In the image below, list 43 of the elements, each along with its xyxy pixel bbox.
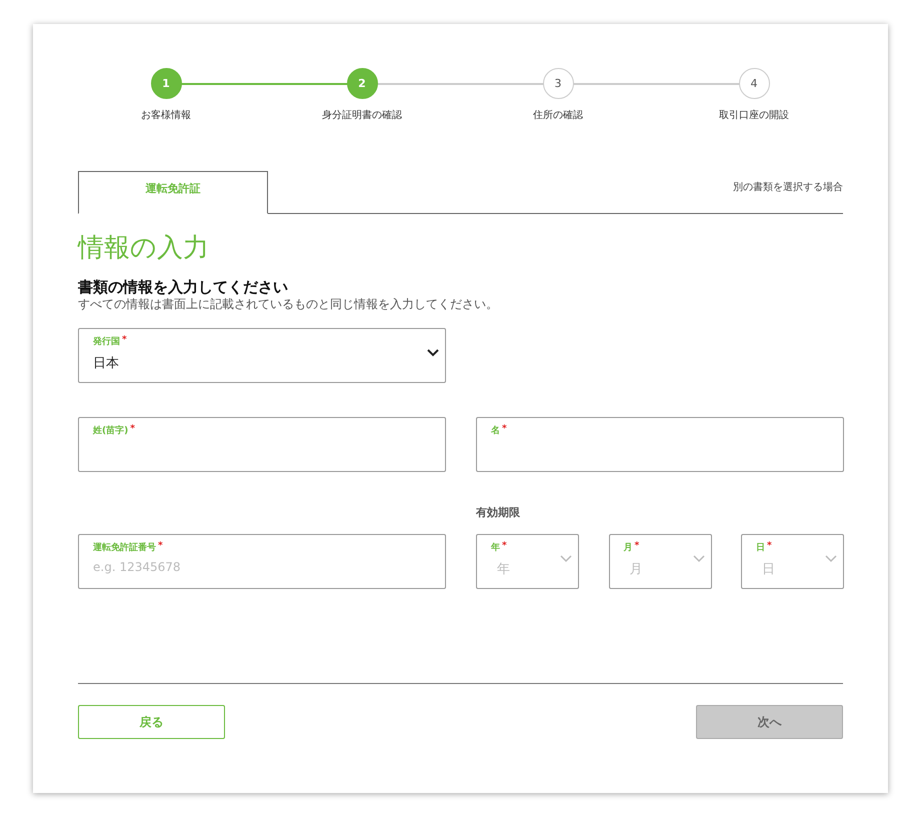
step-indicator: 1: [150, 68, 182, 99]
step-indicator: 3: [542, 68, 574, 99]
last-name-field[interactable]: 姓(苗字) *: [78, 417, 446, 472]
select-placeholder: 日: [761, 561, 776, 578]
select-placeholder: 年: [496, 561, 511, 578]
select-value: 日本: [93, 355, 120, 372]
expiry-label: 有効期限: [476, 505, 521, 520]
field-label: 発行国 *: [93, 335, 128, 348]
field-placeholder: e.g. 12345678: [93, 560, 182, 574]
required-mark: *: [502, 424, 507, 436]
step-label: 取引口座の開設: [719, 108, 789, 122]
step-label: 身分証明書の確認: [322, 108, 402, 122]
instruction-text: すべての情報は書面上に記載されているものと同じ情報を入力してください。: [78, 296, 499, 313]
step-label: 住所の確認: [533, 108, 583, 122]
select-placeholder: 月: [628, 561, 644, 578]
step-indicator: 2: [346, 68, 378, 99]
chevron-down-icon: [427, 349, 439, 357]
required-mark: *: [158, 541, 163, 553]
step-indicator: 4: [738, 68, 770, 99]
chevron-down-icon: [825, 555, 837, 563]
field-label: 年 *: [491, 541, 508, 554]
field-label: 名 *: [491, 424, 508, 437]
required-mark: *: [130, 424, 135, 436]
date-select[interactable]: 月 * 月: [608, 534, 712, 589]
country-select[interactable]: 発行国 * 日本: [78, 328, 446, 383]
required-mark: *: [767, 541, 772, 553]
section-heading: 書類の情報を入力してください: [78, 278, 289, 296]
date-select[interactable]: 年 * 年: [476, 534, 579, 589]
license-number-field[interactable]: 運転免許証番号 * e.g. 12345678: [78, 534, 446, 589]
other-document-link[interactable]: 別の書類を選択する場合: [733, 180, 843, 194]
first-name-field[interactable]: 名 *: [476, 417, 844, 472]
required-mark: *: [122, 335, 127, 347]
chevron-down-icon: [692, 555, 704, 563]
field-label: 月 *: [624, 541, 640, 554]
field-label: 日 *: [756, 541, 773, 554]
field-label: 運転免許証番号 *: [93, 541, 164, 554]
field-label: 姓(苗字) *: [93, 424, 136, 437]
step-label: お客様情報: [141, 108, 191, 122]
chevron-down-icon: [560, 555, 572, 563]
page-heading: 情報の入力: [78, 232, 210, 264]
date-select[interactable]: 日 * 日: [741, 534, 844, 589]
required-mark: *: [502, 541, 507, 553]
required-mark: *: [634, 541, 640, 553]
